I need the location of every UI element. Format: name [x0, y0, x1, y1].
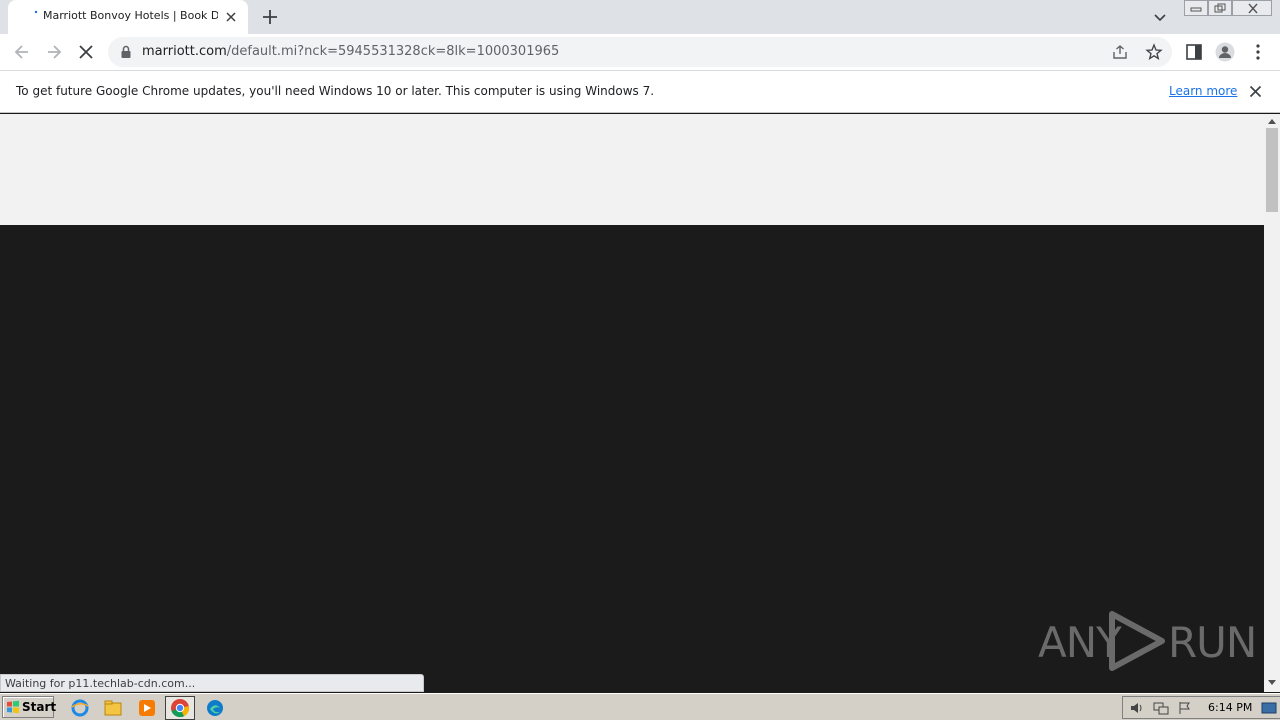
page-scrollbar[interactable]: [1264, 114, 1280, 692]
action-center-flag-icon[interactable]: [1177, 701, 1193, 715]
volume-icon[interactable]: [1129, 701, 1145, 715]
learn-more-link[interactable]: Learn more: [1169, 84, 1237, 98]
menu-kebab-icon[interactable]: [1248, 42, 1268, 62]
infobar-close-icon[interactable]: [1249, 85, 1262, 98]
anyrun-watermark: ANY RUN: [1038, 608, 1257, 674]
network-icon[interactable]: [1153, 701, 1169, 715]
edge-icon[interactable]: [205, 698, 225, 718]
windows-taskbar: Start 6:14 PM: [0, 693, 1280, 720]
tab-search-chevron-icon[interactable]: [1152, 9, 1168, 25]
infobar-message: To get future Google Chrome updates, you…: [16, 84, 655, 98]
browser-toolbar: marriott.com/default.mi?nck=5945531328ck…: [0, 34, 1280, 71]
close-window-button[interactable]: [1232, 0, 1272, 16]
loading-dot-icon: [34, 10, 38, 14]
chrome-icon: [171, 699, 190, 718]
status-bubble: Waiting for p11.techlab-cdn.com...: [0, 674, 424, 692]
url-path: /default.mi?nck=5945531328ck=8lk=1000301…: [226, 44, 560, 59]
tab-close-icon[interactable]: [223, 9, 239, 25]
back-icon[interactable]: [12, 42, 32, 62]
minimize-icon: [1190, 7, 1202, 12]
lock-icon[interactable]: [120, 45, 132, 59]
explorer-icon[interactable]: [103, 698, 123, 718]
forward-icon[interactable]: [44, 42, 64, 62]
system-tray: 6:14 PM: [1122, 696, 1280, 719]
start-label: Start: [22, 700, 57, 714]
chrome-taskbar-button[interactable]: [165, 696, 195, 720]
url-host: marriott.com: [142, 44, 227, 59]
start-button[interactable]: Start: [2, 696, 57, 718]
show-desktop-icon[interactable]: [1261, 701, 1277, 715]
ie-icon[interactable]: [70, 698, 90, 718]
status-text: Waiting for p11.techlab-cdn.com...: [5, 677, 196, 690]
browser-tab[interactable]: Marriott Bonvoy Hotels | Book Direct: [8, 0, 248, 34]
scroll-down-icon[interactable]: [1268, 680, 1276, 686]
page-header-area: [0, 114, 1264, 225]
profile-avatar-icon[interactable]: [1215, 42, 1235, 62]
watermark-right-text: RUN: [1168, 618, 1257, 667]
restore-button[interactable]: [1208, 0, 1232, 16]
url-text[interactable]: marriott.com/default.mi?nck=5945531328ck…: [142, 44, 559, 59]
restore-icon: [1214, 3, 1226, 13]
scroll-up-icon[interactable]: [1268, 118, 1276, 124]
bookmark-star-icon[interactable]: [1145, 43, 1163, 61]
address-bar[interactable]: marriott.com/default.mi?nck=5945531328ck…: [108, 37, 1172, 67]
stop-loading-icon[interactable]: [76, 42, 96, 62]
side-panel-icon[interactable]: [1184, 42, 1204, 62]
play-logo-icon: [1109, 611, 1165, 671]
update-infobar: To get future Google Chrome updates, you…: [0, 71, 1280, 113]
tab-strip: Marriott Bonvoy Hotels | Book Direct: [0, 0, 1280, 34]
tab-title: Marriott Bonvoy Hotels | Book Direct: [43, 9, 218, 22]
new-tab-icon[interactable]: [260, 7, 280, 27]
windows-logo-icon: [7, 700, 19, 714]
close-window-icon: [1248, 3, 1258, 14]
scrollbar-thumb[interactable]: [1266, 128, 1278, 212]
taskbar-clock[interactable]: 6:14 PM: [1208, 701, 1252, 714]
minimize-button[interactable]: [1184, 0, 1208, 16]
share-icon[interactable]: [1112, 44, 1128, 60]
media-player-icon[interactable]: [137, 698, 157, 718]
